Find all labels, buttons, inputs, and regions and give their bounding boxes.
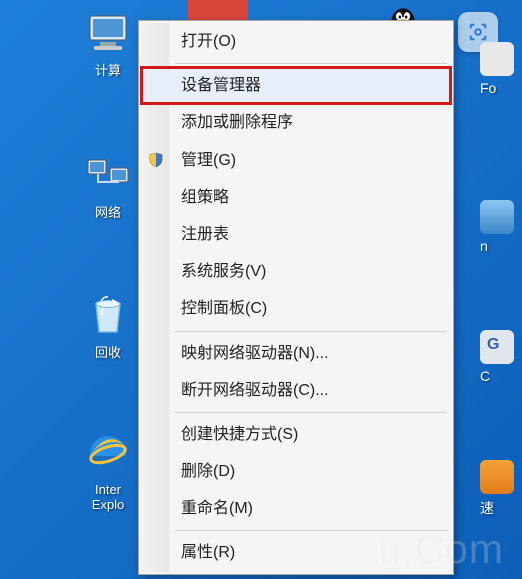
menu-item-control-panel[interactable]: 控制面板(C) [141, 290, 451, 327]
folder-icon [480, 42, 514, 76]
menu-item-add-remove-programs[interactable]: 添加或删除程序 [141, 104, 451, 141]
desktop-icon-label: 回收 [68, 342, 148, 361]
right-icon-1[interactable]: Fo [480, 42, 522, 96]
desktop-icon-label: 网络 [68, 202, 148, 221]
right-icon-2[interactable]: n [480, 200, 522, 254]
context-menu: 打开(O) 设备管理器 添加或删除程序 管理(G) 组策略 注册表 系统服务(V… [138, 20, 454, 575]
ie-icon [84, 430, 132, 478]
shield-icon [147, 151, 165, 169]
menu-item-label: 映射网络驱动器(N)... [181, 345, 329, 362]
menu-item-manage[interactable]: 管理(G) [141, 142, 451, 179]
menu-item-label: 设备管理器 [181, 77, 261, 94]
menu-item-group-policy[interactable]: 组策略 [141, 179, 451, 216]
menu-item-label: 创建快捷方式(S) [181, 426, 298, 443]
menu-item-label: 属性(R) [181, 544, 235, 561]
watermark: u.Com [378, 526, 504, 573]
right-icon-label: 速 [480, 498, 522, 518]
menu-item-label: 重命名(M) [181, 500, 253, 517]
menu-separator [175, 63, 447, 64]
menu-separator [175, 331, 447, 332]
desktop-icon-computer[interactable]: 计算 [68, 8, 148, 79]
right-icon-label: Fo [480, 80, 522, 96]
menu-item-create-shortcut[interactable]: 创建快捷方式(S) [141, 416, 451, 453]
menu-item-label: 打开(O) [181, 33, 236, 50]
menu-item-label: 删除(D) [181, 463, 235, 480]
app-icon: G [480, 330, 514, 364]
menu-separator [175, 412, 447, 413]
menu-item-device-manager[interactable]: 设备管理器 [141, 67, 451, 104]
app-icon [480, 460, 514, 494]
desktop-icon-label: Inter Explo [68, 482, 148, 512]
menu-item-label: 断开网络驱动器(C)... [181, 382, 329, 399]
right-icon-label: C [480, 368, 522, 384]
recycle-bin-icon [84, 290, 132, 338]
computer-icon [84, 8, 132, 56]
menu-item-label: 添加或删除程序 [181, 114, 293, 131]
menu-item-label: 控制面板(C) [181, 300, 267, 317]
network-icon [84, 150, 132, 198]
right-icon-3[interactable]: G C [480, 330, 522, 384]
menu-item-map-drive[interactable]: 映射网络驱动器(N)... [141, 335, 451, 372]
desktop-icon-ie[interactable]: Inter Explo [68, 430, 148, 512]
menu-item-registry[interactable]: 注册表 [141, 216, 451, 253]
menu-item-open[interactable]: 打开(O) [141, 23, 451, 60]
menu-item-label: 管理(G) [181, 152, 236, 169]
menu-item-label: 系统服务(V) [181, 263, 266, 280]
crop-icon [467, 21, 489, 43]
right-icon-4[interactable]: 速 [480, 460, 522, 518]
menu-item-label: 组策略 [181, 189, 229, 206]
menu-item-rename[interactable]: 重命名(M) [141, 490, 451, 527]
menu-item-delete[interactable]: 删除(D) [141, 453, 451, 490]
desktop-icon-network[interactable]: 网络 [68, 150, 148, 221]
desktop-icon-label: 计算 [68, 60, 148, 79]
app-icon [480, 200, 514, 234]
menu-item-label: 注册表 [181, 226, 229, 243]
menu-item-disconnect-drive[interactable]: 断开网络驱动器(C)... [141, 372, 451, 409]
right-icon-label: n [480, 238, 522, 254]
desktop-icon-recycle-bin[interactable]: 回收 [68, 290, 148, 361]
menu-item-system-services[interactable]: 系统服务(V) [141, 253, 451, 290]
